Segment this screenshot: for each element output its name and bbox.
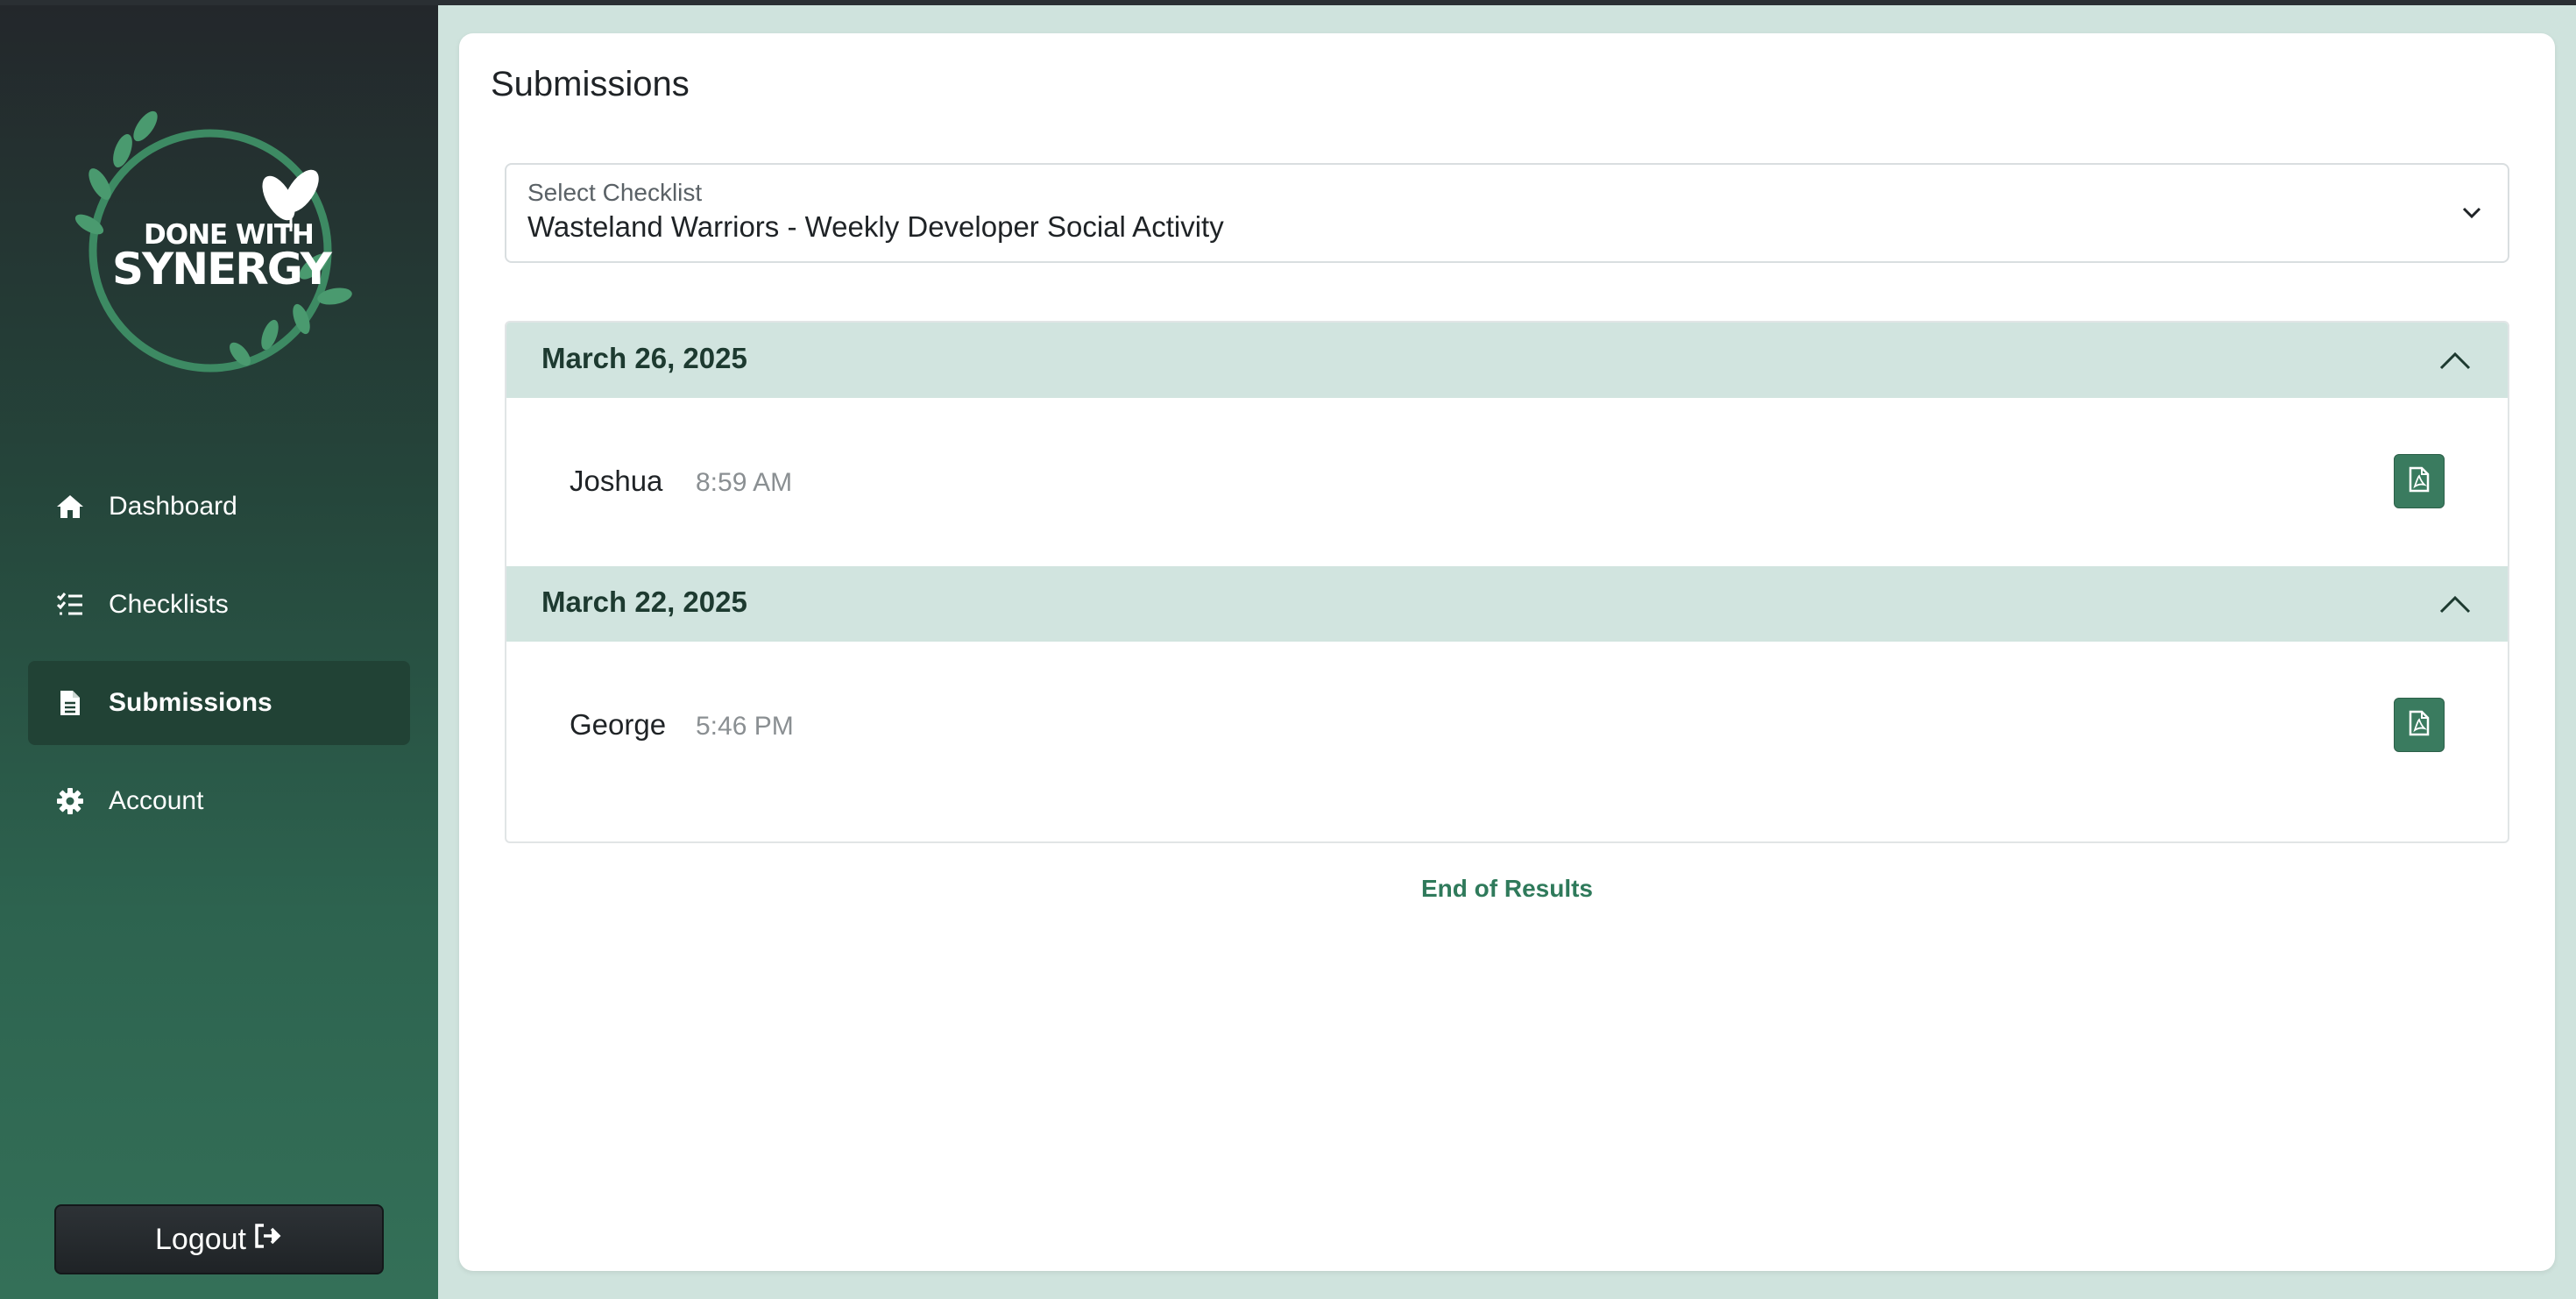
logout-button[interactable]: Logout <box>54 1204 384 1274</box>
brand-line-2: SYNERGY <box>112 244 332 295</box>
sidebar-item-label: Dashboard <box>109 492 237 521</box>
gear-icon <box>53 784 88 819</box>
sidebar-item-submissions[interactable]: Submissions <box>28 661 410 745</box>
file-pdf-icon <box>2409 710 2430 741</box>
chevron-up-icon <box>2438 591 2473 617</box>
date-group-title: March 22, 2025 <box>541 586 747 618</box>
submissions-list: March 26, 2025 Joshua 8:59 AM March 22, <box>505 321 2509 843</box>
brand-logo: DONE WITH SYNERGY <box>72 100 361 380</box>
download-pdf-button[interactable] <box>2394 454 2445 508</box>
checklist-select-value: Wasteland Warriors - Weekly Developer So… <box>527 210 1224 243</box>
submitter-name: George <box>570 708 667 741</box>
page-title: Submissions <box>491 65 690 103</box>
submission-row: Joshua 8:59 AM <box>506 398 2508 566</box>
checklist-select-label: Select Checklist <box>527 179 703 206</box>
submission-row: George 5:46 PM <box>506 642 2508 810</box>
date-group-header[interactable]: March 22, 2025 <box>506 566 2508 642</box>
chevron-up-icon <box>2438 347 2473 373</box>
document-icon <box>53 685 88 720</box>
end-of-results: End of Results <box>1420 875 1593 902</box>
logout-label: Logout <box>155 1222 246 1256</box>
download-pdf-button[interactable] <box>2394 698 2445 752</box>
sidebar-item-dashboard[interactable]: Dashboard <box>28 465 410 549</box>
chevron-down-icon <box>2459 200 2485 226</box>
sidebar-item-label: Submissions <box>109 688 272 717</box>
sidebar-item-label: Account <box>109 786 204 815</box>
sidebar: DONE WITH SYNERGY Dashboard Checklists S… <box>0 5 438 1299</box>
date-group-header[interactable]: March 26, 2025 <box>506 323 2508 398</box>
sidebar-item-account[interactable]: Account <box>28 759 410 843</box>
file-pdf-icon <box>2409 466 2430 497</box>
sidebar-item-label: Checklists <box>109 590 229 619</box>
home-icon <box>53 489 88 524</box>
date-group-title: March 26, 2025 <box>541 342 747 374</box>
submissions-panel: Submissions Select Checklist Wasteland W… <box>459 33 2555 1271</box>
checklist-select[interactable]: Select Checklist Wasteland Warriors - We… <box>505 163 2509 263</box>
submission-time: 5:46 PM <box>696 712 794 741</box>
submission-time: 8:59 AM <box>696 468 793 497</box>
list-check-icon <box>53 587 88 622</box>
submitter-name: Joshua <box>570 465 663 497</box>
sidebar-item-checklists[interactable]: Checklists <box>28 563 410 647</box>
sign-out-icon <box>246 1223 283 1257</box>
